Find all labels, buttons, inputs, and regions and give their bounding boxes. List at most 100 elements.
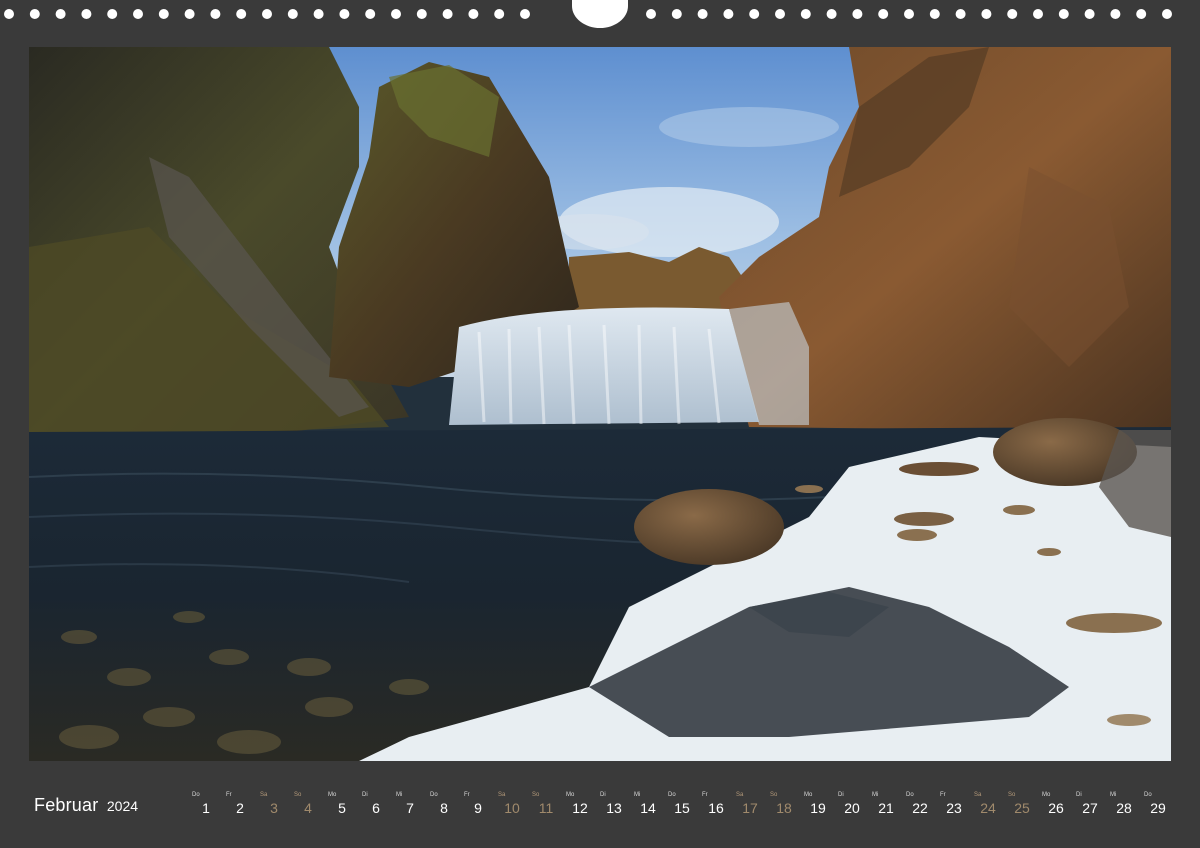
day-number: 20 [844, 800, 860, 816]
weekday-abbr: Mi [1110, 792, 1117, 798]
weekday-abbr: Do [430, 792, 438, 798]
day-number: 8 [440, 800, 448, 816]
binding-hole [775, 9, 785, 19]
day-number: 19 [810, 800, 826, 816]
binding-hole [826, 9, 837, 19]
calendar-day: So 11 [530, 790, 562, 826]
weekday-abbr: Do [192, 792, 200, 798]
calendar-page: Februar 2024 Do 1 Fr 2 Sa 3 So 4 Mo 5 Di 6 Mi 7 Do 8 Fr 9… [0, 0, 1200, 848]
binding-hole [55, 9, 66, 19]
day-number: 27 [1082, 800, 1098, 816]
month-name: Februar [34, 795, 99, 815]
weekday-abbr: So [770, 792, 778, 798]
day-number: 2 [236, 800, 244, 816]
calendar-day: So 18 [768, 790, 800, 826]
binding-hole [878, 9, 889, 19]
day-number: 16 [708, 800, 724, 816]
binding-hole [671, 9, 682, 19]
day-number: 1 [202, 800, 210, 816]
calendar-day: Fr 16 [700, 790, 732, 826]
calendar-day: Sa 10 [496, 790, 528, 826]
binding-hole [313, 9, 324, 19]
binding-hole [365, 9, 376, 19]
binding-hole [184, 9, 195, 19]
binding-hole [1058, 9, 1069, 19]
calendar-day: Mi 28 [1108, 790, 1140, 826]
day-number: 21 [878, 800, 894, 816]
weekday-abbr: Fr [702, 792, 708, 798]
calendar-day: Di 13 [598, 790, 630, 826]
weekday-abbr: Sa [736, 792, 744, 798]
binding-hole [158, 9, 169, 19]
binding-hole [520, 9, 530, 19]
calendar-day: Mo 12 [564, 790, 596, 826]
calendar-day: So 4 [292, 790, 324, 826]
binding-hole [210, 9, 221, 19]
binding-hole [749, 9, 760, 19]
weekday-abbr: Mi [872, 792, 879, 798]
weekday-abbr: Do [1144, 792, 1152, 798]
day-number: 10 [504, 800, 520, 816]
binding-hole [262, 9, 272, 19]
calendar-day: Fr 23 [938, 790, 970, 826]
day-number: 15 [674, 800, 690, 816]
day-number: 29 [1150, 800, 1166, 816]
weekday-abbr: So [1008, 792, 1016, 798]
binding-hole [236, 9, 247, 19]
calendar-day: Do 29 [1142, 790, 1174, 826]
waterfall-landscape-photo [29, 47, 1171, 761]
weekday-abbr: Di [362, 792, 368, 798]
calendar-day: Do 8 [428, 790, 460, 826]
binding-hole [287, 9, 298, 19]
binding-hole [494, 9, 505, 19]
day-row: Do 1 Fr 2 Sa 3 So 4 Mo 5 Di 6 Mi 7 Do 8 Fr 9 Sa 10 So 11 Mo 12 D… [190, 790, 1175, 830]
calendar-day: Fr 9 [462, 790, 494, 826]
binding-hole [107, 9, 118, 19]
calendar-day: Mo 26 [1040, 790, 1072, 826]
binding-hole [955, 9, 966, 19]
weekday-abbr: Sa [974, 792, 982, 798]
day-number: 11 [538, 800, 554, 816]
binding-hole [800, 9, 811, 19]
calendar-day: Do 1 [190, 790, 222, 826]
weekday-abbr: Di [1076, 792, 1082, 798]
binding-hole [442, 9, 453, 19]
weekday-abbr: So [532, 792, 540, 798]
binding-hole [339, 9, 350, 19]
day-number: 3 [270, 800, 278, 816]
binding-hole [1162, 9, 1172, 19]
calendar-day: Mi 14 [632, 790, 664, 826]
calendar-day: Sa 3 [258, 790, 290, 826]
day-number: 24 [980, 800, 996, 816]
weekday-abbr: Mo [328, 792, 337, 798]
binding-hole [697, 9, 708, 19]
weekday-abbr: Fr [226, 792, 232, 798]
binding-hole [646, 9, 656, 19]
weekday-abbr: Do [668, 792, 676, 798]
weekday-abbr: Fr [464, 792, 470, 798]
day-number: 28 [1116, 800, 1132, 816]
weekday-abbr: Mi [634, 792, 641, 798]
weekday-abbr: So [294, 792, 302, 798]
day-number: 9 [474, 800, 482, 816]
binding-hole [81, 9, 92, 19]
binding-hole [1033, 9, 1043, 19]
weekday-abbr: Fr [940, 792, 946, 798]
calendar-day: Di 27 [1074, 790, 1106, 826]
binding-hole [391, 9, 401, 19]
day-number: 22 [912, 800, 928, 816]
day-number: 25 [1014, 800, 1030, 816]
calendar-day: Do 22 [904, 790, 936, 826]
calendar-day: Mo 5 [326, 790, 358, 826]
binding-hole [468, 9, 479, 19]
calendar-day: Mi 21 [870, 790, 902, 826]
binding-hole [1084, 9, 1095, 19]
weekday-abbr: Sa [260, 792, 268, 798]
binding-hole [1007, 9, 1018, 19]
day-number: 5 [338, 800, 346, 816]
binding-hole [904, 9, 914, 19]
weekday-abbr: Do [906, 792, 914, 798]
calendar-day: Sa 24 [972, 790, 1004, 826]
day-number: 18 [776, 800, 792, 816]
binding-hole [981, 9, 992, 19]
